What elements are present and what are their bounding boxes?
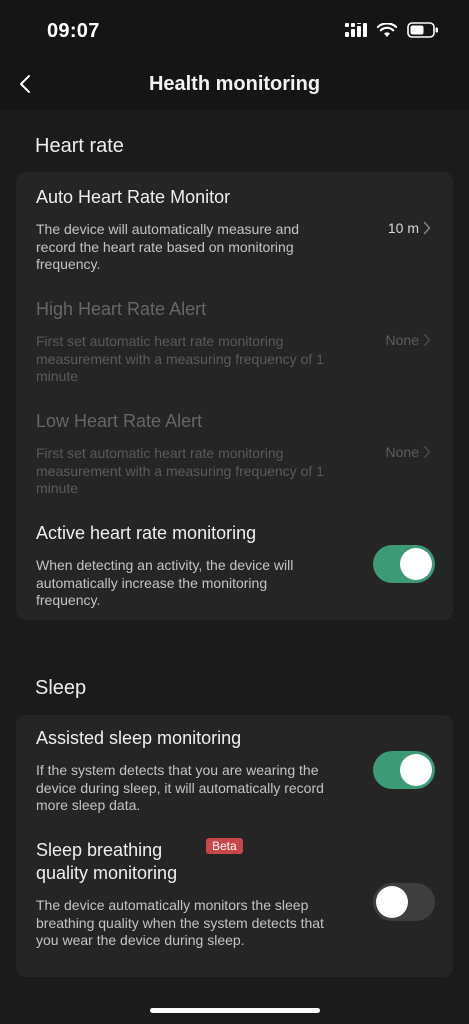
- setting-title: High Heart Rate Alert: [36, 299, 207, 319]
- signal-icon: [345, 23, 367, 37]
- high-alert-value-button[interactable]: None: [386, 332, 431, 348]
- setting-title: Active heart rate monitoring: [36, 523, 257, 543]
- setting-title-line-1: Sleep breathing: [36, 840, 163, 860]
- status-icons: [345, 22, 439, 38]
- active-heart-rate-toggle[interactable]: [373, 545, 435, 583]
- setting-description: When detecting an activity, the device w…: [36, 557, 294, 608]
- status-time: 09:07: [47, 20, 100, 42]
- sleep-breathing-toggle[interactable]: [373, 883, 435, 921]
- toggle-knob: [400, 548, 432, 580]
- high-alert-value: None: [385, 332, 419, 348]
- toggle-knob: [400, 754, 432, 786]
- setting-description: First set automatic heart rate monitorin…: [36, 445, 324, 496]
- low-alert-value-button[interactable]: None: [386, 444, 431, 460]
- sleep-card: Assisted sleep monitoring If the system …: [16, 715, 453, 977]
- chevron-right-icon: [423, 333, 431, 347]
- low-alert-value: None: [385, 444, 419, 460]
- setting-title-line-2: quality monitoring: [36, 863, 178, 883]
- toggle-knob: [376, 886, 408, 918]
- setting-title: Low Heart Rate Alert: [36, 411, 203, 431]
- battery-icon: [407, 22, 438, 38]
- setting-description: The device automatically monitors the sl…: [36, 897, 324, 948]
- chevron-right-icon: [423, 445, 431, 459]
- heart-rate-card: Auto Heart Rate Monitor The device will …: [16, 172, 453, 620]
- home-indicator: [150, 1008, 320, 1013]
- beta-badge: Beta: [206, 838, 243, 854]
- nav-bar: Health monitoring: [0, 60, 469, 110]
- status-bar: 09:07: [0, 0, 469, 60]
- setting-title: Assisted sleep monitoring: [36, 728, 242, 748]
- frequency-value-button[interactable]: 10 m: [388, 220, 431, 236]
- section-title-sleep: Sleep: [35, 677, 87, 699]
- setting-description: The device will automatically measure an…: [36, 221, 300, 272]
- page-title: Health monitoring: [148, 73, 321, 95]
- assisted-sleep-toggle[interactable]: [373, 751, 435, 789]
- setting-description: First set automatic heart rate monitorin…: [36, 333, 324, 384]
- section-title-heart-rate: Heart rate: [35, 135, 124, 157]
- wifi-icon: [377, 22, 397, 37]
- frequency-value: 10 m: [387, 220, 419, 236]
- chevron-right-icon: [423, 221, 431, 235]
- setting-description: If the system detects that you are weari…: [36, 762, 324, 813]
- setting-title: Auto Heart Rate Monitor: [36, 187, 231, 207]
